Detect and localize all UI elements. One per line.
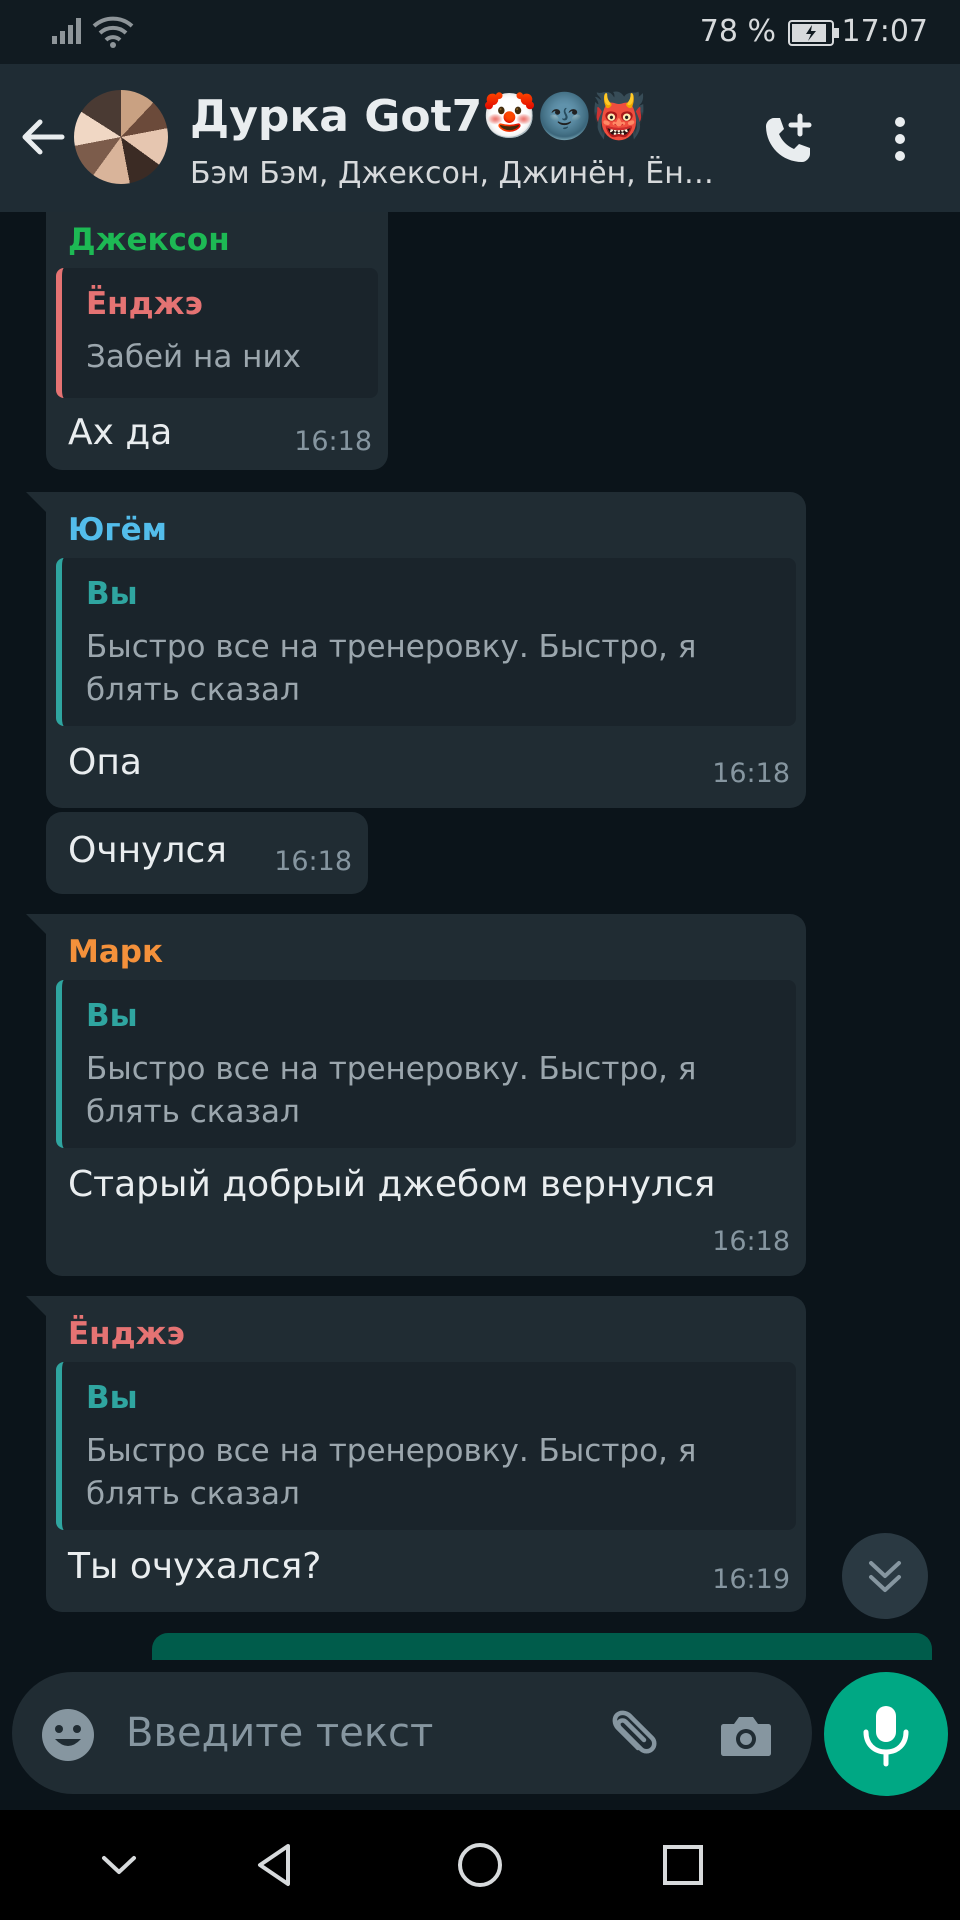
status-bar: 78 % 17:07 — [0, 0, 960, 64]
signal-icon — [52, 18, 81, 44]
chat-header: Дурка Got7🤡🌚👹 Бэм Бэм, Джексон, Джинён, … — [0, 64, 960, 212]
clock: 17:07 — [841, 14, 928, 49]
message-text: Старый добрый джебом вернулся — [68, 1164, 716, 1205]
message-bubble[interactable]: Очнулся 16:18 — [46, 812, 368, 894]
double-chevron-down-icon — [869, 1561, 901, 1592]
quoted-message[interactable]: Вы Быстро все на тренеровку. Быстро, я б… — [56, 1362, 796, 1530]
add-call-icon[interactable] — [760, 112, 816, 168]
message-text: Ты очухался? — [68, 1546, 322, 1587]
message-text: Опа — [68, 742, 142, 783]
message-input-container — [12, 1672, 812, 1794]
message-time: 16:19 — [712, 1564, 790, 1595]
quoted-sender: Вы — [86, 1380, 138, 1416]
message-input[interactable] — [126, 1702, 506, 1764]
group-avatar[interactable] — [74, 90, 168, 184]
message-bubble[interactable]: Джексон Ёнджэ Забей на них Ах да 16:18 — [46, 212, 388, 470]
quoted-text: Быстро все на тренеровку. Быстро, я блят… — [86, 1051, 697, 1130]
nav-back-icon[interactable] — [250, 1840, 300, 1890]
message-bubble[interactable]: Ёнджэ Вы Быстро все на тренеровку. Быстр… — [46, 1296, 806, 1612]
system-nav-bar — [0, 1810, 960, 1920]
message-bubble[interactable]: Марк Вы Быстро все на тренеровку. Быстро… — [46, 914, 806, 1276]
paperclip-icon[interactable] — [598, 1706, 658, 1766]
quoted-message[interactable]: Вы Быстро все на тренеровку. Быстро, я б… — [56, 980, 796, 1148]
battery-icon — [788, 20, 839, 46]
message-list[interactable]: Джексон Ёнджэ Забей на них Ах да 16:18 Ю… — [0, 212, 960, 1672]
voice-record-button[interactable] — [824, 1672, 948, 1796]
camera-icon[interactable] — [716, 1706, 776, 1766]
scroll-to-bottom-button[interactable] — [842, 1533, 928, 1619]
quoted-sender: Ёнджэ — [86, 286, 203, 322]
quoted-sender: Вы — [86, 576, 138, 612]
message-time: 16:18 — [294, 426, 372, 457]
quoted-message[interactable]: Вы Быстро все на тренеровку. Быстро, я б… — [56, 558, 796, 726]
chat-members[interactable]: Бэм Бэм, Джексон, Джинён, Ён… — [190, 156, 730, 191]
quoted-text: Быстро все на тренеровку. Быстро, я блят… — [86, 629, 697, 708]
message-text: Ах да — [68, 412, 173, 453]
more-vert-icon[interactable] — [880, 116, 920, 162]
emoji-icon[interactable] — [40, 1707, 96, 1763]
wifi-icon — [92, 16, 134, 48]
arrow-back-icon[interactable] — [18, 112, 68, 162]
hide-keyboard-icon[interactable] — [94, 1840, 144, 1890]
quoted-text: Быстро все на тренеровку. Быстро, я блят… — [86, 1433, 697, 1512]
battery-percent: 78 % — [699, 14, 776, 49]
message-text: Очнулся — [68, 830, 227, 871]
message-time: 16:18 — [712, 758, 790, 789]
message-bubble[interactable]: Югём Вы Быстро все на тренеровку. Быстро… — [46, 492, 806, 808]
mic-icon — [863, 1706, 909, 1767]
composer — [0, 1660, 960, 1810]
message-sender: Ёнджэ — [68, 1316, 185, 1352]
quoted-text: Забей на них — [86, 339, 301, 375]
nav-home-icon[interactable] — [455, 1840, 505, 1890]
message-sender: Джексон — [68, 222, 230, 258]
chat-title[interactable]: Дурка Got7🤡🌚👹 — [190, 90, 647, 142]
quoted-sender: Вы — [86, 998, 138, 1034]
message-sender: Марк — [68, 934, 163, 970]
nav-recents-icon[interactable] — [658, 1840, 708, 1890]
quoted-message[interactable]: Ёнджэ Забей на них — [56, 268, 378, 398]
message-time: 16:18 — [274, 846, 352, 877]
message-time: 16:18 — [712, 1226, 790, 1257]
message-sender: Югём — [68, 512, 167, 548]
